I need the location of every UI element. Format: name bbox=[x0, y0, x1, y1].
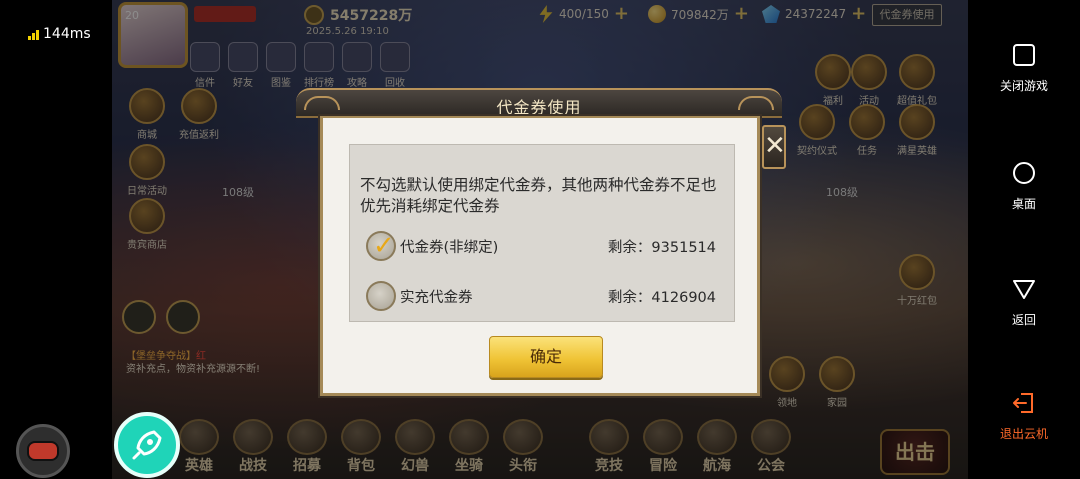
voucher-options-box: 不勾选默认使用绑定代金券，其他两种代金券不足也优先消耗绑定代金券 ✓ 代金券(非… bbox=[349, 144, 735, 322]
back-button[interactable]: 返回 bbox=[968, 276, 1080, 328]
real-voucher-checkbox[interactable] bbox=[366, 281, 396, 311]
option-unbound-voucher[interactable]: ✓ 代金券(非绑定) 剩余：9351514 bbox=[366, 231, 716, 261]
option-remaining: 剩余：4126904 bbox=[607, 289, 716, 306]
close-game-button[interactable]: 关闭游戏 bbox=[968, 42, 1080, 94]
dialog-close-button[interactable]: ✕ bbox=[762, 125, 786, 169]
dialog-description: 不勾选默认使用绑定代金券，其他两种代金券不足也优先消耗绑定代金券 bbox=[360, 176, 717, 215]
latency-value: 144ms bbox=[43, 26, 91, 42]
exit-icon bbox=[1013, 393, 1033, 413]
triangle-icon bbox=[1013, 280, 1035, 299]
option-real-voucher[interactable]: 实充代金券 剩余：4126904 bbox=[366, 281, 716, 311]
back-label: 返回 bbox=[1011, 313, 1036, 327]
option-remaining: 剩余：9351514 bbox=[607, 239, 716, 256]
checkmark-icon: ✓ bbox=[373, 231, 395, 261]
option-label: 代金券(非绑定) bbox=[400, 239, 499, 256]
square-icon bbox=[1013, 44, 1035, 66]
circle-icon bbox=[1013, 162, 1035, 184]
gamepad-button[interactable] bbox=[16, 424, 70, 478]
signal-icon bbox=[28, 29, 39, 40]
rocket-icon bbox=[132, 430, 162, 460]
exit-cloud-label: 退出云机 bbox=[999, 427, 1048, 441]
dialog-title: 代金券使用 bbox=[496, 98, 582, 117]
option-label: 实充代金券 bbox=[400, 289, 473, 306]
dialog-body: 不勾选默认使用绑定代金券，其他两种代金券不足也优先消耗绑定代金券 ✓ 代金券(非… bbox=[320, 116, 760, 396]
left-strip: 144ms bbox=[0, 0, 112, 479]
close-icon: ✕ bbox=[764, 131, 786, 161]
latency-indicator: 144ms bbox=[28, 26, 91, 42]
dialog-header: 代金券使用 bbox=[296, 88, 782, 118]
cloud-nav-panel: 关闭游戏 桌面 返回 退出云机 bbox=[968, 0, 1080, 479]
exit-cloud-button[interactable]: 退出云机 bbox=[968, 390, 1080, 442]
rocket-button[interactable] bbox=[114, 412, 180, 478]
voucher-dialog: 代金券使用 不勾选默认使用绑定代金券，其他两种代金券不足也优先消耗绑定代金券 ✓… bbox=[296, 86, 782, 396]
confirm-button[interactable]: 确定 bbox=[489, 336, 603, 378]
unbound-voucher-checkbox[interactable]: ✓ bbox=[366, 231, 396, 261]
gamepad-icon bbox=[27, 441, 59, 461]
close-game-label: 关闭游戏 bbox=[999, 79, 1048, 93]
desktop-button[interactable]: 桌面 bbox=[968, 160, 1080, 212]
desktop-label: 桌面 bbox=[1011, 197, 1036, 211]
